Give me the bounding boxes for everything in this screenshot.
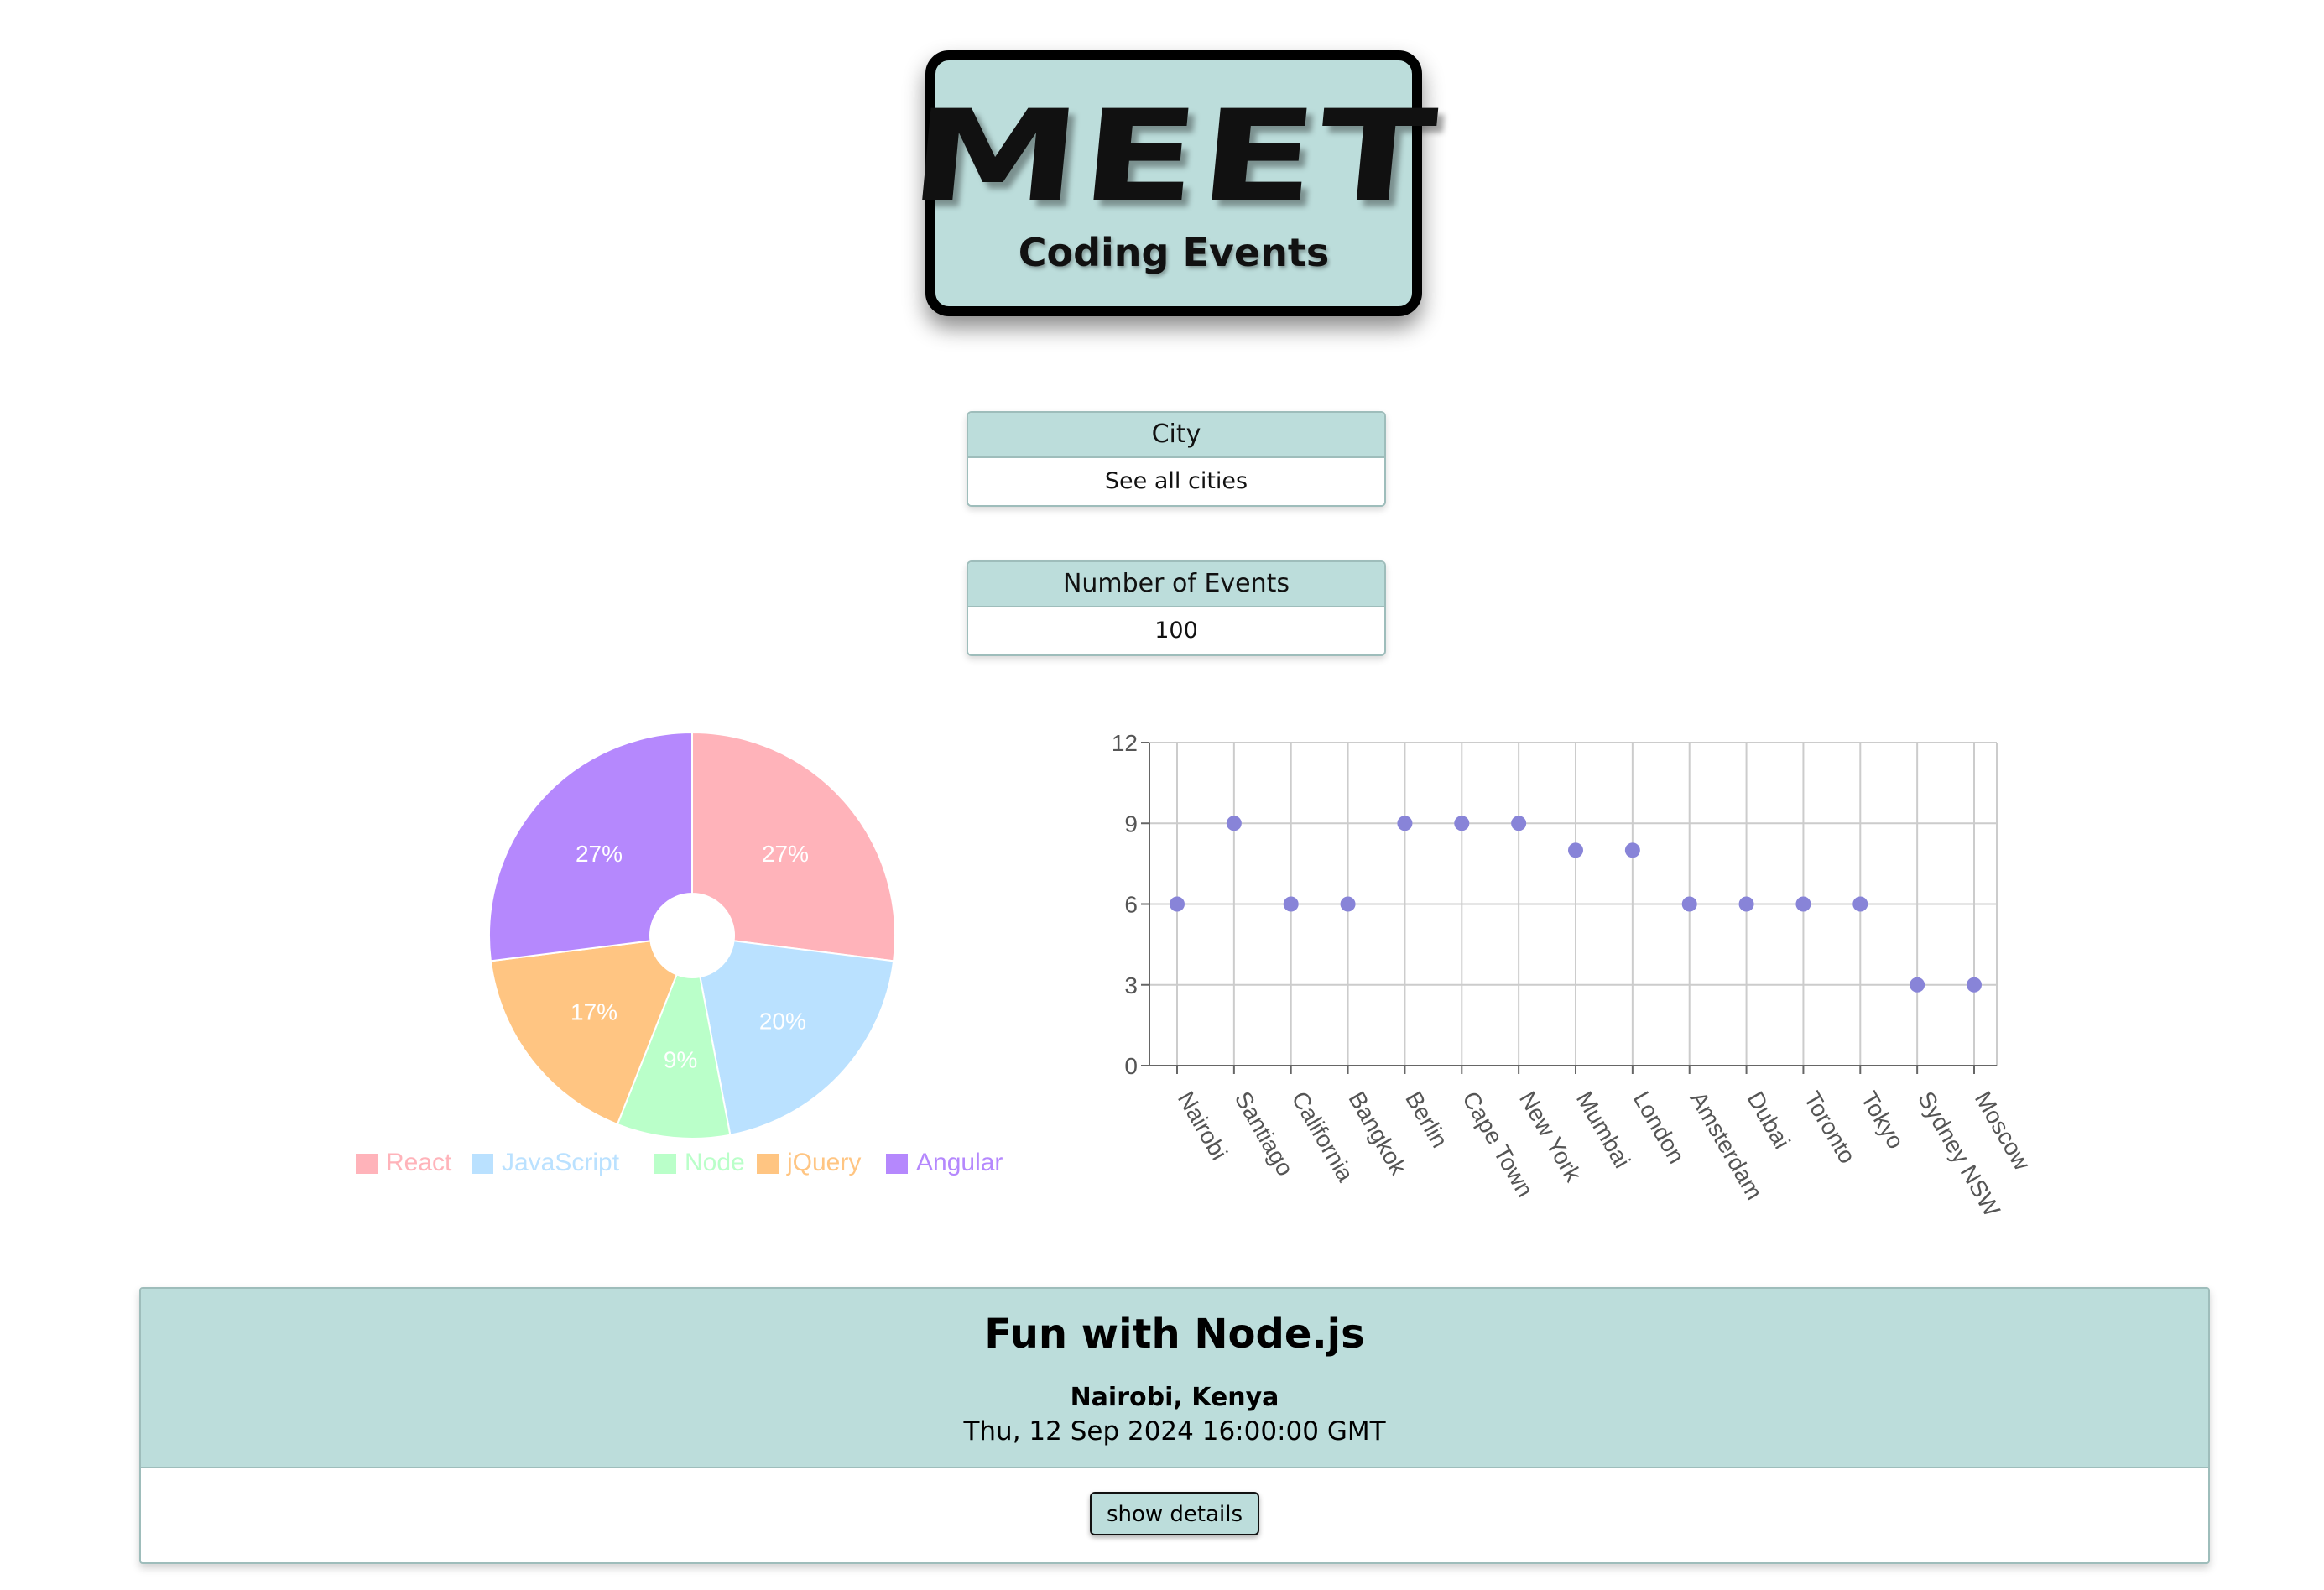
- number-of-events: Number of Events 100: [967, 560, 1386, 656]
- logo-subtitle: Coding Events: [1018, 230, 1330, 275]
- scatter-point: [1852, 896, 1868, 912]
- pie-slice-label: 27%: [762, 841, 809, 867]
- x-tick-label: Moscow: [1970, 1087, 2036, 1176]
- legend-swatch-angular: [886, 1154, 908, 1174]
- legend-swatch-node: [654, 1154, 676, 1174]
- number-of-events-label: Number of Events: [968, 562, 1384, 607]
- y-tick-label: 0: [1124, 1053, 1138, 1079]
- legend-swatch-jquery: [757, 1154, 779, 1174]
- scatter-chart-svg: 036912NairobiSantiagoCaliforniaBangkokBe…: [1112, 730, 2036, 1222]
- y-tick-label: 3: [1124, 972, 1138, 998]
- city-search-label: City: [968, 413, 1384, 458]
- event-body: show details: [141, 1468, 2208, 1535]
- scatter-point: [1511, 816, 1527, 831]
- pie-slice-label: 17%: [571, 999, 617, 1025]
- legend-label-angular: Angular: [916, 1149, 1003, 1176]
- legend-label-javascript: JavaScript: [502, 1149, 620, 1176]
- scatter-point: [1910, 977, 1925, 993]
- scatter-point: [1170, 896, 1185, 912]
- legend-label-jquery: jQuery: [786, 1149, 861, 1176]
- y-tick-label: 12: [1112, 730, 1138, 756]
- pie-slice-label: 20%: [759, 1008, 806, 1034]
- scatter-point: [1681, 896, 1697, 912]
- pie-slice-label: 27%: [576, 841, 623, 867]
- logo-wordmark: MEET: [904, 84, 1444, 230]
- legend-swatch-javascript: [472, 1154, 493, 1174]
- scatter-point: [1967, 977, 1982, 993]
- event-title: Fun with Node.js: [984, 1311, 1365, 1358]
- legend-label-node: Node: [685, 1149, 745, 1176]
- scatter-point: [1283, 896, 1299, 912]
- pie-slice-javascript: [699, 940, 895, 1136]
- x-tick-label: Tokyo: [1856, 1087, 1909, 1154]
- scatter-point: [1454, 816, 1470, 831]
- x-tick-label: Toronto: [1799, 1087, 1861, 1168]
- city-search-input[interactable]: See all cities: [968, 458, 1384, 505]
- legend-label-react: React: [386, 1149, 452, 1176]
- y-tick-label: 6: [1124, 892, 1138, 918]
- app-logo: MEET Coding Events: [904, 50, 1444, 316]
- app-page: MEET Coding Events City See all cities N…: [0, 0, 2324, 1590]
- event-location: Nairobi, Kenya: [1070, 1383, 1279, 1412]
- number-of-events-input[interactable]: 100: [968, 607, 1384, 654]
- scatter-point: [1624, 842, 1640, 858]
- event-header: Fun with Node.js Nairobi, Kenya Thu, 12 …: [141, 1289, 2208, 1468]
- event-card: Fun with Node.js Nairobi, Kenya Thu, 12 …: [139, 1287, 2210, 1564]
- scatter-point: [1397, 816, 1413, 831]
- x-tick-label: Dubai: [1742, 1087, 1795, 1154]
- legend-swatch-react: [356, 1154, 378, 1174]
- scatter-point: [1795, 896, 1811, 912]
- show-details-button[interactable]: show details: [1089, 1492, 1260, 1535]
- scatter-point: [1738, 896, 1754, 912]
- scatter-point: [1340, 896, 1356, 912]
- x-tick-label: Mumbai: [1571, 1087, 1636, 1173]
- x-tick-label: Nairobi: [1173, 1087, 1232, 1165]
- x-tick-label: Berlin: [1400, 1087, 1453, 1153]
- genre-pie-chart: 27% 20% 9% 17% 27% React JavaScript Node jQuery A…: [336, 722, 1049, 1191]
- scatter-point: [1226, 816, 1242, 831]
- x-tick-label: London: [1628, 1087, 1691, 1168]
- pie-slice-label: 9%: [664, 1046, 697, 1072]
- city-scatter-chart: 0 3 6 9 12 Nairobi Santiago California Bangkok Be…: [1082, 717, 2047, 1238]
- event-datetime: Thu, 12 Sep 2024 16:00:00 GMT: [963, 1416, 1386, 1447]
- y-tick-label: 9: [1124, 811, 1138, 837]
- city-search: City See all cities: [967, 411, 1386, 507]
- pie-chart-svg: 27% 20% 9% 17% 27% React JavaScript Node jQuery A…: [356, 731, 1003, 1176]
- scatter-point: [1568, 842, 1583, 858]
